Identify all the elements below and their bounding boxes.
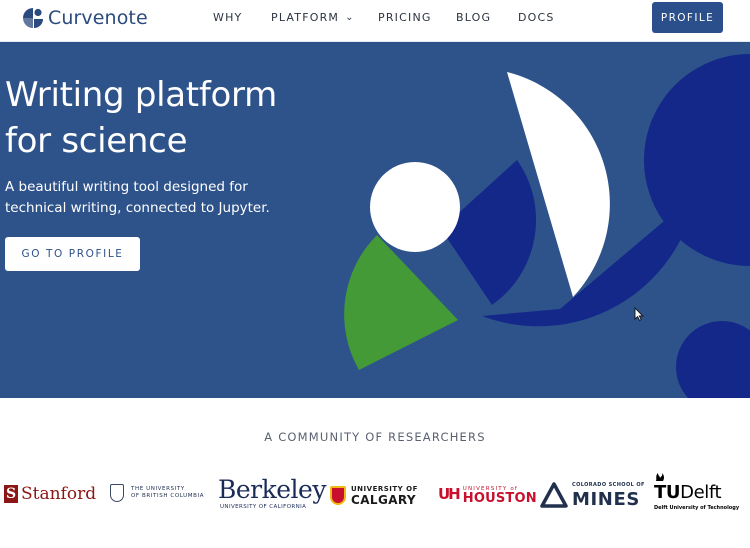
hero-title: Writing platform for science [5,72,277,164]
nav-item-label: PLATFORM [271,11,340,24]
go-to-profile-button[interactable]: GO TO PROFILE [5,237,140,271]
profile-button[interactable]: PROFILE [652,2,723,33]
community-title: A COMMUNITY OF RESEARCHERS [264,430,486,444]
white-circle [370,162,460,252]
houston-logo: UH UNIVERSITY of HOUSTON [438,484,537,506]
hero-subtitle: A beautiful writing tool designed for te… [5,177,305,219]
mines-line-2: MINES [572,489,640,510]
tudelft-subtitle: Delft University of Technology [654,505,740,511]
nav-item-pricing[interactable]: PRICING [378,11,432,24]
houston-uh-icon: UH [438,485,461,503]
berkeley-wordmark: Berkeley [218,475,326,504]
hero-subtitle-line-1: A beautiful writing tool designed for [5,179,248,195]
mouse-pointer-icon [634,307,644,321]
ubc-line-1: THE UNIVERSITY [131,486,185,492]
nav-item-label: BLOG [456,11,492,24]
tudelft-flame-icon [656,473,664,481]
hero-title-line-2: for science [5,121,188,161]
ubc-line-2: OF BRITISH COLUMBIA [131,493,205,499]
stanford-wordmark: Stanford [21,484,97,504]
stanford-mark-icon: S [4,485,18,503]
nav-item-label: PRICING [378,11,432,24]
berkeley-logo: Berkeley UNIVERSITY OF CALIFORNIA [218,475,326,511]
nav-item-label: WHY [213,11,243,24]
hero-title-line-1: Writing platform [5,75,277,115]
curvenote-logo[interactable]: Curvenote [22,7,148,29]
tudelft-tu: TU [654,482,681,503]
nav-item-label: DOCS [518,11,555,24]
stanford-logo: S Stanford [4,484,96,504]
ubc-logo: THE UNIVERSITY OF BRITISH COLUMBIA [110,484,204,502]
community-section: A COMMUNITY OF RESEARCHERS S Stanford TH… [0,398,750,548]
calgary-shield-icon [330,485,346,505]
nav-item-docs[interactable]: DOCS [518,11,555,24]
ubc-crest-icon [110,484,124,502]
hero-subtitle-line-2: technical writing, connected to Jupyter. [5,200,270,216]
navy-circle-bottom-right [676,321,750,398]
berkeley-subtitle: UNIVERSITY OF CALIFORNIA [220,504,307,510]
top-navigation: Curvenote WHY PLATFORM ⌄ PRICING BLOG DOC… [0,0,750,42]
green-sector [344,235,458,370]
chevron-down-icon: ⌄ [345,12,355,23]
tudelft-logo: TUDelft Delft University of Technology [654,472,739,511]
logo-text: Curvenote [48,7,148,29]
nav-item-why[interactable]: WHY [213,11,242,24]
curvenote-logo-icon [22,7,44,29]
mines-triangle-icon [540,482,568,508]
tudelft-wordmark: Delft [680,482,722,503]
calgary-line-2: CALGARY [351,493,416,507]
navy-sector-medium [441,160,537,305]
houston-line-2: HOUSTON [462,491,537,506]
nav-item-blog[interactable]: BLOG [456,11,491,24]
nav-item-platform[interactable]: PLATFORM ⌄ [271,11,355,24]
hero-section: Writing platform for science A beautiful… [0,42,750,398]
mines-logo: COLORADO SCHOOL OF MINES [540,480,645,510]
calgary-logo: UNIVERSITY OF CALGARY [330,484,418,506]
